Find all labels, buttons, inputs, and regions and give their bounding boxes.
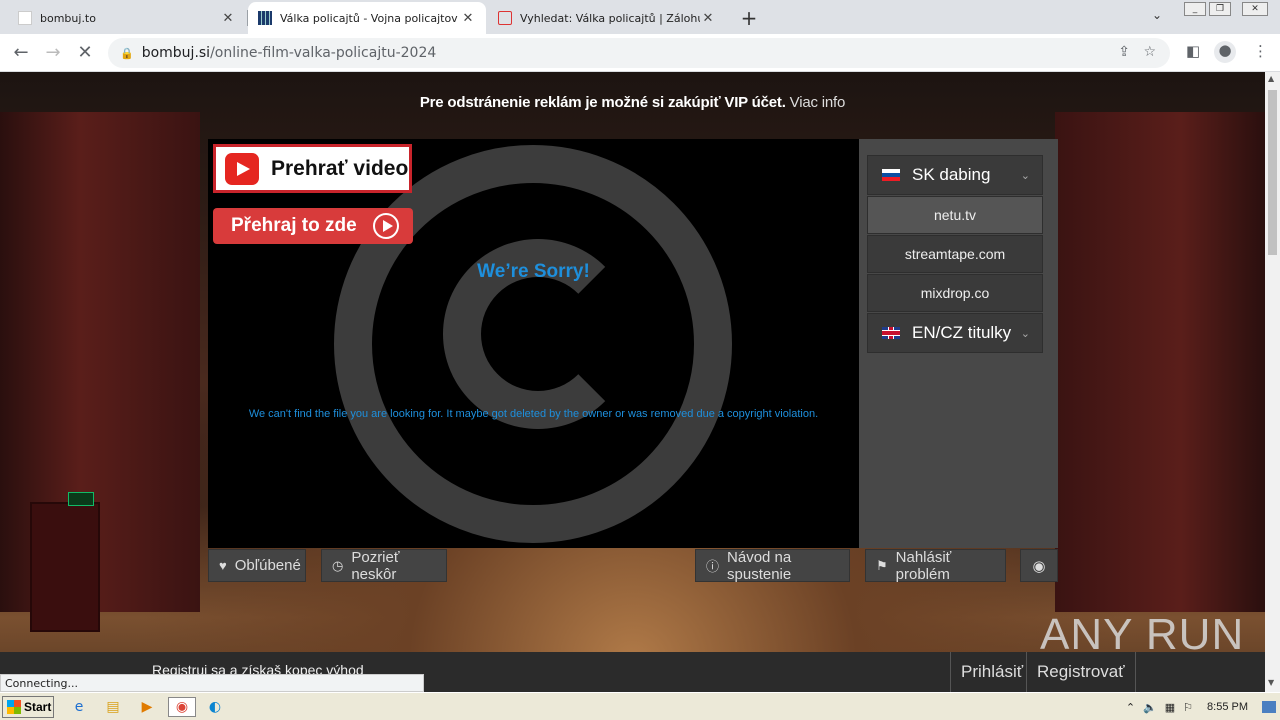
- source-group-sk[interactable]: SK dabing ⌄: [867, 155, 1043, 195]
- page-icon: [18, 11, 32, 25]
- source-group-en-cz[interactable]: EN/CZ titulky ⌄: [867, 313, 1043, 353]
- page-content: Pre odstránenie reklám je možné si zakúp…: [0, 72, 1265, 692]
- info-icon: ⓘ: [706, 559, 720, 574]
- menu-icon[interactable]: ⋮: [1253, 42, 1268, 60]
- eye-slash-icon: ◉: [1032, 557, 1046, 575]
- windows-logo-icon: [7, 700, 21, 714]
- side-panel-icon[interactable]: ◧: [1186, 42, 1200, 60]
- close-icon[interactable]: ✕: [700, 11, 716, 26]
- slovak-flag-icon: [882, 169, 900, 181]
- start-button[interactable]: Start: [2, 696, 54, 718]
- source-group-label: SK dabing: [912, 165, 991, 184]
- show-desktop-icon[interactable]: [1262, 701, 1276, 713]
- source-item[interactable]: mixdrop.co: [867, 274, 1043, 312]
- vip-promo: Pre odstránenie reklám je možné si zakúp…: [0, 94, 1265, 111]
- ad-play-here-label: Přehraj to zde: [231, 215, 357, 236]
- network-icon[interactable]: ▦: [1165, 701, 1175, 714]
- tray-expand-icon[interactable]: ⌃: [1126, 701, 1135, 714]
- tab-zalohuj[interactable]: Vyhledat: Válka policajtů | Zálohuj.si ✕: [488, 2, 726, 34]
- chevron-down-icon: ⌄: [1020, 327, 1030, 340]
- chrome-icon[interactable]: ◉: [168, 697, 196, 717]
- lock-icon: 🔒: [120, 46, 134, 60]
- favorite-button[interactable]: ♥ Obľúbené: [208, 549, 306, 582]
- watch-later-label: Pozrieť neskôr: [351, 548, 400, 583]
- scroll-down-icon[interactable]: ▼: [1268, 678, 1274, 687]
- back-icon[interactable]: ←: [10, 42, 32, 63]
- curtain-right: [1055, 112, 1265, 612]
- source-group-label: EN/CZ titulky: [912, 323, 1012, 342]
- action-center-flag-icon[interactable]: ⚐: [1183, 701, 1193, 714]
- login-button[interactable]: Prihlásiť: [950, 652, 1033, 692]
- error-title: We’re Sorry!: [477, 261, 590, 282]
- chevron-down-icon[interactable]: ⌄: [1152, 8, 1162, 22]
- system-tray: ⌃ 🔈 ▦ ⚐ 8:55 PM: [1126, 695, 1280, 719]
- minimize-icon[interactable]: _: [1184, 2, 1206, 16]
- source-panel: SK dabing ⌄ netu.tv streamtape.com mixdr…: [859, 139, 1058, 548]
- report-button[interactable]: ⚑ Nahlásiť problém: [865, 548, 1006, 583]
- guide-button[interactable]: ⓘ Návod na spustenie: [695, 548, 850, 583]
- new-tab-button[interactable]: +: [738, 6, 760, 30]
- youtube-play-icon: [225, 152, 259, 185]
- tab-bombuj[interactable]: bombuj.to ✕: [8, 2, 246, 34]
- theater-door: [30, 502, 100, 632]
- close-icon[interactable]: ✕: [220, 11, 236, 26]
- play-circle-icon: [372, 213, 399, 239]
- volume-icon[interactable]: 🔈: [1143, 701, 1157, 714]
- tab-title: Válka policajtů - Vojna policajtov onli: [280, 11, 460, 25]
- tab-title: bombuj.to: [40, 11, 96, 25]
- source-item[interactable]: streamtape.com: [867, 235, 1043, 273]
- profile-icon[interactable]: ●: [1214, 41, 1236, 63]
- clock-icon: ◷: [332, 557, 344, 573]
- edge-icon[interactable]: ◐: [204, 697, 226, 717]
- folder-icon[interactable]: ▤: [102, 697, 124, 717]
- film-icon: [258, 11, 272, 25]
- window-close-icon[interactable]: ✕: [1242, 2, 1268, 16]
- tab-title: Vyhledat: Válka policajtů | Zálohuj.si: [520, 11, 700, 25]
- address-bar[interactable]: 🔒 bombuj.si/online-film-valka-policajtu-…: [108, 38, 1170, 68]
- restore-icon[interactable]: ❐: [1209, 2, 1231, 16]
- heart-icon: ♥: [219, 558, 227, 573]
- share-icon[interactable]: ⇪: [1118, 44, 1130, 60]
- report-label: Nahlásiť problém: [895, 548, 952, 583]
- page-scrollbar[interactable]: ▲ ▼: [1265, 72, 1280, 692]
- promo-text: Pre odstránenie reklám je možné si zakúp…: [419, 94, 786, 111]
- url-host: bombuj.si: [141, 45, 211, 61]
- ad-play-video-button[interactable]: Prehrať video: [213, 144, 412, 193]
- taskbar: Start e ▤ ▶ ◉ ◐ ⌃ 🔈 ▦ ⚐ 8:55 PM: [0, 692, 1280, 720]
- scroll-up-icon[interactable]: ▲: [1268, 74, 1274, 83]
- favorite-label: Obľúbené: [234, 557, 301, 574]
- scroll-thumb[interactable]: [1268, 90, 1277, 255]
- bookmark-star-icon[interactable]: ☆: [1143, 44, 1156, 60]
- watch-later-button[interactable]: ◷ Pozrieť neskôr: [321, 548, 447, 583]
- video-player[interactable]: We’re Sorry! We can't find the file you …: [208, 139, 859, 548]
- stop-icon[interactable]: ✕: [74, 42, 96, 63]
- zalohuj-icon: [498, 11, 512, 25]
- ie-icon[interactable]: e: [68, 697, 90, 717]
- flag-icon: ⚑: [876, 557, 888, 573]
- ad-play-video-label: Prehrať video: [271, 156, 409, 180]
- chevron-down-icon: ⌄: [1020, 169, 1030, 182]
- anyrun-watermark: ANY RUN: [1040, 610, 1245, 659]
- status-bubble: Connecting...: [0, 674, 424, 692]
- media-player-icon[interactable]: ▶: [136, 697, 158, 717]
- hide-button[interactable]: ◉: [1020, 549, 1058, 582]
- promo-link[interactable]: Viac info: [790, 94, 846, 111]
- start-label: Start: [24, 700, 52, 714]
- source-item[interactable]: netu.tv: [867, 196, 1043, 234]
- url-path: /online-film-valka-policajtu-2024: [210, 45, 437, 61]
- close-icon[interactable]: ✕: [460, 11, 476, 26]
- clock[interactable]: 8:55 PM: [1207, 701, 1248, 713]
- tab-valka-policajtu[interactable]: Válka policajtů - Vojna policajtov onli …: [248, 2, 486, 34]
- forward-icon[interactable]: →: [42, 42, 64, 63]
- browser-toolbar: ← → ✕ 🔒 bombuj.si/online-film-valka-poli…: [0, 34, 1280, 72]
- exit-sign: [68, 492, 94, 506]
- uk-flag-icon: [882, 327, 900, 339]
- error-message: We can't find the file you are looking f…: [248, 408, 819, 420]
- tab-strip: bombuj.to ✕ Válka policajtů - Vojna poli…: [0, 0, 1280, 34]
- ad-play-here-button[interactable]: Přehraj to zde: [213, 208, 413, 244]
- guide-label: Návod na spustenie: [727, 548, 792, 583]
